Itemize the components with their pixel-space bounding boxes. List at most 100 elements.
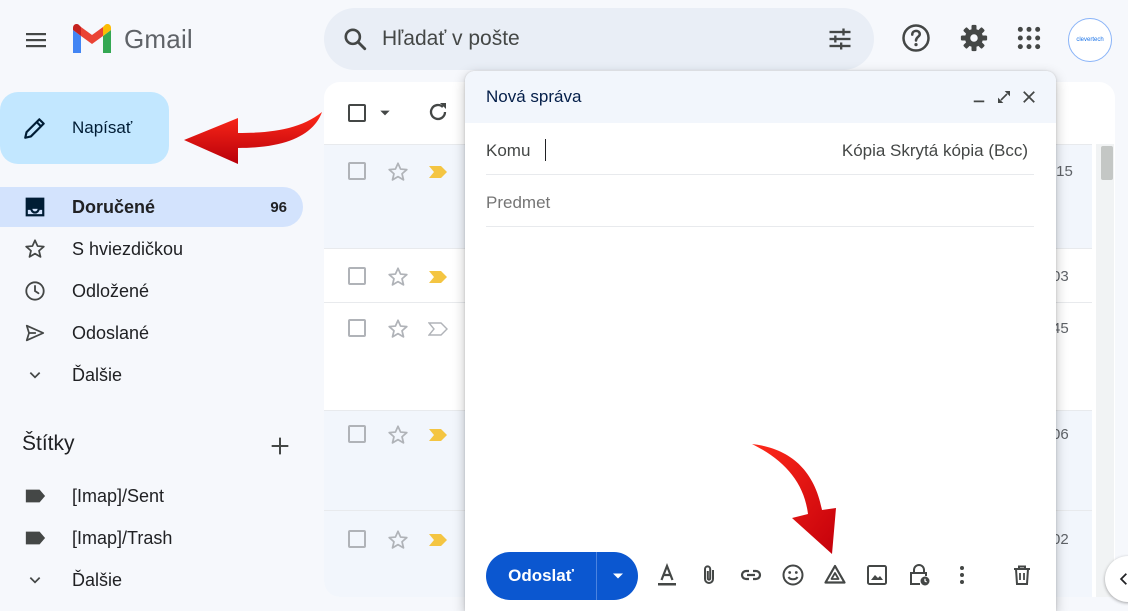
- compose-button-label: Napísať: [72, 118, 133, 137]
- important-marker-icon[interactable]: [428, 165, 448, 179]
- annotation-arrow-compose: [184, 112, 322, 164]
- compose-button[interactable]: Napísať: [0, 92, 169, 164]
- sidebar-item-label: [Imap]/Sent: [72, 485, 165, 506]
- compose-header[interactable]: Nová správa: [465, 71, 1056, 123]
- star-icon: [22, 236, 48, 262]
- confidential-mode-button[interactable]: [906, 562, 932, 588]
- important-marker-icon[interactable]: [428, 322, 448, 336]
- cc-bcc-links[interactable]: Kópia Skrytá kópia (Bcc): [842, 141, 1028, 161]
- more-options-button[interactable]: [949, 562, 975, 588]
- more-vert-icon: [960, 566, 964, 584]
- main-menu-button[interactable]: [16, 20, 56, 60]
- gmail-logo[interactable]: Gmail: [70, 22, 193, 56]
- sidebar-labels-more[interactable]: Ďalšie: [0, 560, 303, 600]
- sidebar-label-imap-sent[interactable]: [Imap]/Sent: [0, 476, 303, 516]
- search-options-icon[interactable]: [826, 25, 854, 53]
- close-button[interactable]: [1019, 87, 1039, 107]
- chevron-down-icon: [22, 362, 48, 388]
- chevron-down-icon: [22, 567, 48, 593]
- minimize-button[interactable]: [969, 87, 989, 107]
- sidebar-item-label: Odložené: [72, 280, 150, 301]
- star-icon[interactable]: [387, 266, 409, 288]
- text-format-icon: [658, 563, 676, 586]
- gear-icon: [960, 24, 988, 52]
- attach-file-button[interactable]: [696, 562, 722, 588]
- star-icon[interactable]: [387, 161, 409, 183]
- expand-icon: [998, 91, 1010, 103]
- important-marker-icon[interactable]: [428, 533, 448, 547]
- star-icon[interactable]: [387, 318, 409, 340]
- google-drive-icon: [824, 564, 846, 584]
- insert-drive-button[interactable]: [822, 562, 848, 588]
- compose-title: Nová správa: [486, 87, 582, 106]
- row-checkbox[interactable]: [348, 162, 366, 180]
- emoji-icon: [782, 564, 804, 586]
- apps-button[interactable]: [1013, 22, 1045, 54]
- search-bar[interactable]: Hľadať v pošte: [324, 8, 874, 70]
- to-field[interactable]: Komu Kópia Skrytá kópia (Bcc): [486, 123, 1034, 175]
- label-icon: [22, 483, 48, 509]
- sidebar-item-more[interactable]: Ďalšie: [0, 355, 303, 395]
- settings-button[interactable]: [958, 22, 990, 54]
- row-checkbox[interactable]: [348, 530, 366, 548]
- important-marker-icon[interactable]: [428, 428, 448, 442]
- star-icon[interactable]: [387, 529, 409, 551]
- to-label: Komu: [486, 141, 531, 160]
- select-caret-icon[interactable]: [378, 106, 392, 120]
- close-icon: [1023, 91, 1035, 103]
- pencil-icon: [24, 118, 45, 139]
- sidebar-label-imap-trash[interactable]: [Imap]/Trash: [0, 518, 303, 558]
- app-name: Gmail: [124, 23, 193, 54]
- text-caret: [545, 139, 546, 161]
- sidebar-item-starred[interactable]: S hviezdičkou: [0, 229, 303, 269]
- help-button[interactable]: [900, 22, 932, 54]
- row-checkbox[interactable]: [348, 425, 366, 443]
- label-icon: [22, 525, 48, 551]
- sidebar-item-label: S hviezdičkou: [72, 238, 184, 259]
- account-avatar[interactable]: clevertech: [1068, 18, 1112, 62]
- gmail-m-icon: [73, 24, 111, 53]
- sidebar-item-inbox[interactable]: Doručené 96: [0, 187, 303, 227]
- sidebar-item-snoozed[interactable]: Odložené: [0, 271, 303, 311]
- insert-link-button[interactable]: [738, 562, 764, 588]
- search-input[interactable]: Hľadať v pošte: [382, 27, 826, 51]
- sidebar-item-label: Ďalšie: [72, 364, 123, 385]
- caret-down-icon: [612, 573, 623, 579]
- formatting-options-button[interactable]: [654, 562, 680, 588]
- photo-icon: [867, 565, 887, 585]
- create-label-button[interactable]: [266, 432, 294, 460]
- send-icon: [22, 320, 48, 346]
- send-button[interactable]: Odoslať: [486, 552, 596, 600]
- refresh-icon[interactable]: [426, 100, 450, 124]
- row-checkbox[interactable]: [348, 267, 366, 285]
- sidebar-item-sent[interactable]: Odoslané: [0, 313, 303, 353]
- help-icon: [902, 24, 930, 52]
- avatar-text: clevertech: [1076, 37, 1104, 43]
- search-icon[interactable]: [342, 26, 368, 52]
- send-options-button[interactable]: [596, 552, 638, 600]
- annotation-arrow-drive: [752, 444, 836, 554]
- unread-count: 96: [270, 198, 287, 216]
- insert-emoji-button[interactable]: [780, 562, 806, 588]
- fullscreen-button[interactable]: [994, 87, 1014, 107]
- sidebar-item-label: [Imap]/Trash: [72, 527, 173, 548]
- clock-icon: [22, 278, 48, 304]
- select-all-checkbox[interactable]: [348, 104, 366, 122]
- discard-draft-button[interactable]: [1009, 562, 1035, 588]
- subject-input[interactable]: Predmet: [486, 193, 550, 213]
- chevron-left-icon: [1119, 573, 1127, 585]
- sidebar-item-label: Ďalšie: [72, 569, 123, 590]
- hamburger-icon: [26, 33, 46, 48]
- apps-grid-icon: [1017, 26, 1041, 50]
- star-icon[interactable]: [387, 424, 409, 446]
- subject-field[interactable]: Predmet: [486, 175, 1034, 227]
- sidebar-item-label: Odoslané: [72, 322, 150, 343]
- scrollbar-thumb[interactable]: [1101, 146, 1113, 180]
- sidebar-item-label: Doručené: [72, 196, 156, 217]
- inbox-icon: [22, 194, 48, 220]
- paperclip-icon: [704, 565, 714, 584]
- mail-list-scrollbar[interactable]: [1096, 144, 1114, 597]
- important-marker-icon[interactable]: [428, 270, 448, 284]
- insert-photo-button[interactable]: [864, 562, 890, 588]
- row-checkbox[interactable]: [348, 319, 366, 337]
